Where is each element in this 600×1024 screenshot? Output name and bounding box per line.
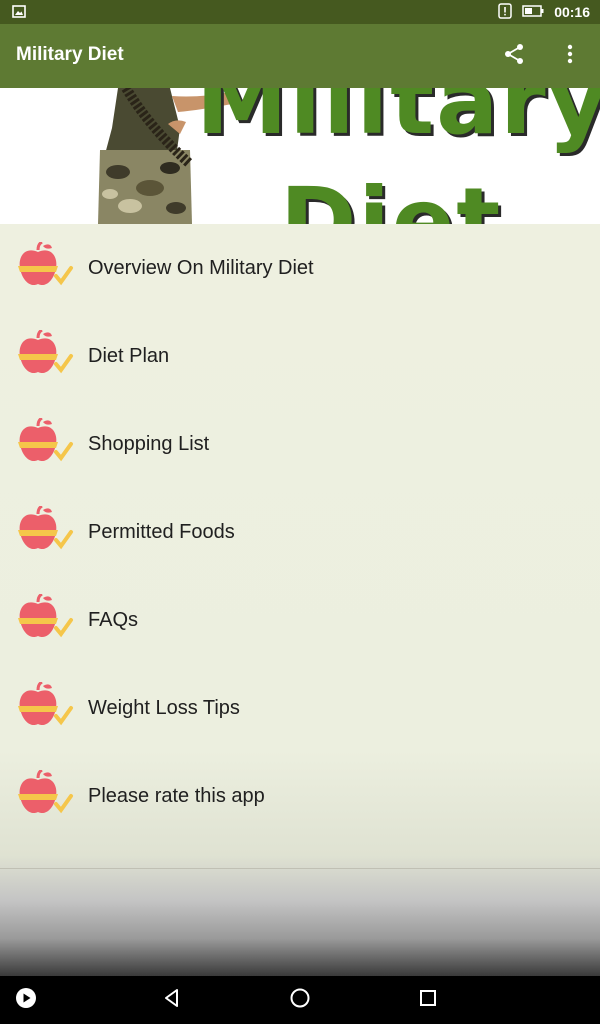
apple-diet-icon [16, 416, 76, 470]
menu-item-label: FAQs [88, 608, 139, 631]
share-button[interactable] [498, 40, 530, 72]
menu-item-label: Permitted Foods [88, 520, 235, 543]
banner-logo-text: Military Diet [196, 88, 600, 224]
back-button[interactable] [156, 984, 188, 1016]
status-bar: 00:16 [0, 0, 600, 24]
apple-diet-icon [16, 768, 76, 822]
apple-diet-icon [16, 240, 76, 294]
more-options-button[interactable] [554, 40, 586, 72]
alert-icon [498, 2, 512, 22]
menu-item-faqs[interactable]: FAQs [0, 576, 600, 664]
menu-list: Overview On Military Diet Diet Plan Shop… [0, 224, 600, 976]
menu-item-shopping-list[interactable]: Shopping List [0, 400, 600, 488]
divider [0, 868, 600, 869]
share-icon [503, 43, 525, 70]
menu-item-label: Diet Plan [88, 344, 170, 367]
play-button[interactable] [10, 984, 42, 1016]
more-vert-icon [567, 44, 573, 69]
apple-diet-icon [16, 504, 76, 558]
app-bar: Military Diet [0, 24, 600, 88]
app-title: Military Diet [16, 44, 124, 65]
menu-item-label: Overview On Military Diet [88, 256, 314, 279]
apple-diet-icon [16, 680, 76, 734]
clock: 00:16 [554, 4, 590, 20]
home-icon [289, 987, 311, 1014]
menu-item-label: Please rate this app [88, 784, 265, 807]
menu-item-label: Weight Loss Tips [88, 696, 240, 719]
recents-icon [418, 988, 438, 1013]
menu-item-permitted-foods[interactable]: Permitted Foods [0, 488, 600, 576]
recents-button[interactable] [412, 984, 444, 1016]
gallery-notification-icon [12, 5, 26, 23]
apple-diet-icon [16, 328, 76, 382]
back-icon [162, 988, 182, 1013]
home-button[interactable] [284, 984, 316, 1016]
menu-item-overview[interactable]: Overview On Military Diet [0, 224, 600, 312]
banner-image: Military Diet [0, 88, 600, 224]
menu-item-rate-app[interactable]: Please rate this app [0, 752, 600, 840]
navigation-bar [0, 976, 600, 1024]
play-icon [15, 987, 37, 1014]
menu-item-diet-plan[interactable]: Diet Plan [0, 312, 600, 400]
battery-icon [522, 4, 544, 20]
apple-diet-icon [16, 592, 76, 646]
menu-item-label: Shopping List [88, 432, 210, 455]
menu-item-weight-loss-tips[interactable]: Weight Loss Tips [0, 664, 600, 752]
